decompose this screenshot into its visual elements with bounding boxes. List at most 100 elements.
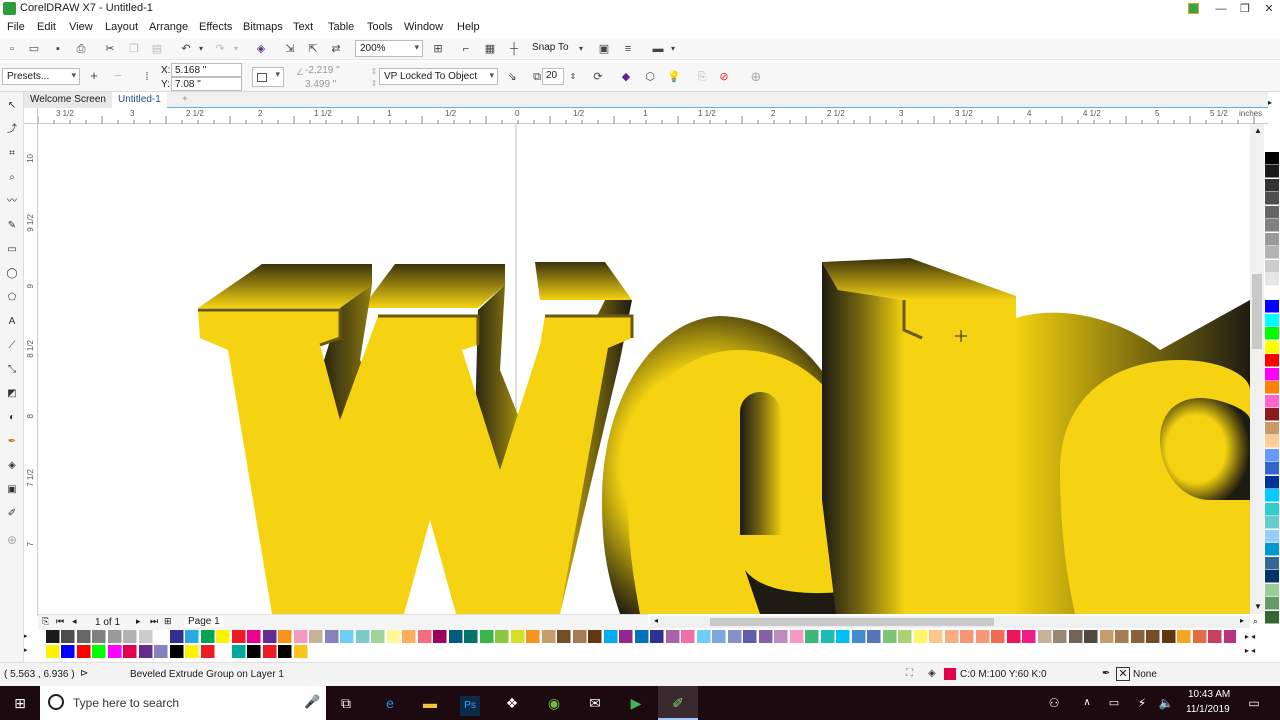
presets-dropdown[interactable]: Presets...: [2, 68, 80, 85]
smart-fill-tool-icon[interactable]: ▣: [4, 482, 20, 498]
color-swatch[interactable]: [216, 645, 230, 658]
color-swatch[interactable]: [898, 630, 912, 643]
color-swatch[interactable]: [92, 630, 106, 643]
rectangle-tool-icon[interactable]: ▭: [4, 242, 20, 258]
transparency-tool-icon[interactable]: ◐: [4, 410, 20, 426]
status-play-icon[interactable]: ⊳: [80, 668, 88, 679]
menu-help[interactable]: Help: [457, 21, 480, 33]
color-swatch[interactable]: [1037, 630, 1052, 643]
paste-icon[interactable]: ▤: [149, 41, 165, 57]
color-swatch[interactable]: [991, 630, 1005, 643]
color-swatch[interactable]: [510, 630, 525, 643]
color-swatch[interactable]: [619, 630, 633, 643]
last-page-icon[interactable]: ⏭: [150, 616, 158, 627]
extruded-text-artwork[interactable]: [38, 124, 1250, 614]
color-swatch[interactable]: [1146, 630, 1160, 643]
color-swatch[interactable]: [1084, 630, 1098, 643]
connector-tool-icon[interactable]: ⤡: [4, 362, 20, 378]
drawing-canvas[interactable]: [38, 124, 1250, 614]
menu-view[interactable]: View: [69, 21, 93, 33]
launch-dropdown-icon[interactable]: ▾: [665, 41, 681, 57]
color-swatch[interactable]: [1265, 165, 1279, 178]
new-document-icon[interactable]: ▫: [4, 41, 20, 57]
outline-pen-icon[interactable]: ✐: [4, 506, 20, 522]
cut-icon[interactable]: ✂: [102, 41, 118, 57]
color-swatch[interactable]: [355, 630, 370, 643]
text-tool-icon[interactable]: A: [4, 314, 20, 330]
color-swatch[interactable]: [975, 630, 990, 643]
color-swatch[interactable]: [1208, 630, 1222, 643]
snap-to-menu[interactable]: Snap To: [532, 42, 569, 53]
menu-text[interactable]: Text: [293, 21, 313, 33]
color-swatch[interactable]: [1265, 340, 1279, 354]
color-swatch[interactable]: [1115, 630, 1129, 643]
color-swatch[interactable]: [1022, 630, 1036, 643]
open-icon[interactable]: ▭: [26, 41, 42, 57]
color-swatch[interactable]: [851, 630, 866, 643]
quick-customize-tools-icon[interactable]: ⊕: [4, 532, 20, 548]
extrude-bevel-icon[interactable]: ⬡: [642, 69, 658, 85]
extrude-lighting-icon[interactable]: 💡: [666, 69, 682, 85]
menu-edit[interactable]: Edit: [37, 21, 56, 33]
print-icon[interactable]: ⎙: [73, 41, 89, 57]
vanishing-point-y-field[interactable]: 3.499 ": [305, 79, 365, 92]
color-swatch[interactable]: [1265, 394, 1279, 408]
extrude-color-icon[interactable]: ◆: [618, 69, 634, 85]
close-button[interactable]: ✕: [1256, 0, 1280, 18]
scroll-left-icon[interactable]: ◂: [654, 616, 658, 625]
color-swatch[interactable]: [433, 630, 447, 643]
color-swatch[interactable]: [169, 645, 184, 658]
color-swatch[interactable]: [386, 630, 401, 643]
scroll-down-icon[interactable]: ▼: [1254, 602, 1262, 611]
ellipse-tool-icon[interactable]: ◯: [4, 266, 20, 282]
color-swatch[interactable]: [572, 630, 587, 643]
launch-icon[interactable]: ▬: [650, 41, 666, 57]
color-swatch[interactable]: [371, 630, 385, 643]
color-swatch[interactable]: [45, 630, 60, 643]
color-swatch[interactable]: [882, 630, 897, 643]
color-swatch[interactable]: [913, 630, 928, 643]
color-swatch[interactable]: [30, 630, 44, 643]
minimize-button[interactable]: —: [1208, 0, 1234, 18]
color-swatch[interactable]: [1265, 529, 1279, 543]
color-swatch[interactable]: [1265, 462, 1279, 475]
color-proofing-icon[interactable]: ⛶: [906, 668, 913, 679]
add-page-icon[interactable]: ⊞: [164, 616, 172, 627]
color-swatch[interactable]: [247, 645, 261, 658]
zoom-tool-icon[interactable]: ⌕: [4, 170, 20, 186]
action-center-icon[interactable]: ▭: [1234, 686, 1274, 720]
color-swatch[interactable]: [464, 630, 478, 643]
color-swatch[interactable]: [944, 630, 959, 643]
taskbar-date[interactable]: 11/1/2019: [1186, 704, 1230, 715]
color-swatch[interactable]: [1265, 138, 1279, 151]
grid-icon[interactable]: ▦: [482, 41, 498, 57]
vertical-scroll-thumb[interactable]: [1252, 274, 1262, 349]
page-options-icon[interactable]: ⎘: [42, 616, 49, 627]
color-swatch[interactable]: [262, 630, 277, 643]
color-swatch[interactable]: [1161, 630, 1176, 643]
color-swatch[interactable]: [76, 630, 91, 643]
color-swatch[interactable]: [867, 630, 881, 643]
color-swatch[interactable]: [1265, 286, 1279, 300]
application-launcher-icon[interactable]: ≡: [620, 41, 636, 57]
vanishing-point-mode-dropdown[interactable]: VP Locked To Object: [379, 68, 498, 85]
menu-bitmaps[interactable]: Bitmaps: [243, 21, 283, 33]
scroll-right-icon[interactable]: ▸: [1240, 616, 1244, 625]
color-swatch[interactable]: [588, 630, 602, 643]
undo-dropdown-icon[interactable]: ▾: [193, 41, 209, 57]
parallel-dimension-tool-icon[interactable]: ⟋: [4, 338, 20, 354]
task-view-icon[interactable]: ⧉: [326, 686, 366, 720]
color-swatch[interactable]: [123, 645, 137, 658]
menu-layout[interactable]: Layout: [105, 21, 138, 33]
menu-tools[interactable]: Tools: [367, 21, 393, 33]
color-swatch[interactable]: [1265, 327, 1279, 340]
full-screen-icon[interactable]: ⊞: [430, 41, 446, 57]
copy-icon[interactable]: ❐: [126, 41, 142, 57]
freehand-tool-icon[interactable]: 〰: [4, 194, 20, 210]
horizontal-scrollbar[interactable]: ◂ ▸: [650, 616, 1250, 628]
coreldraw-taskbar-icon[interactable]: ✐: [658, 686, 698, 720]
color-swatch[interactable]: [324, 630, 339, 643]
color-swatch[interactable]: [45, 645, 60, 658]
color-swatch[interactable]: [789, 630, 804, 643]
depth-field[interactable]: 20: [542, 68, 564, 85]
